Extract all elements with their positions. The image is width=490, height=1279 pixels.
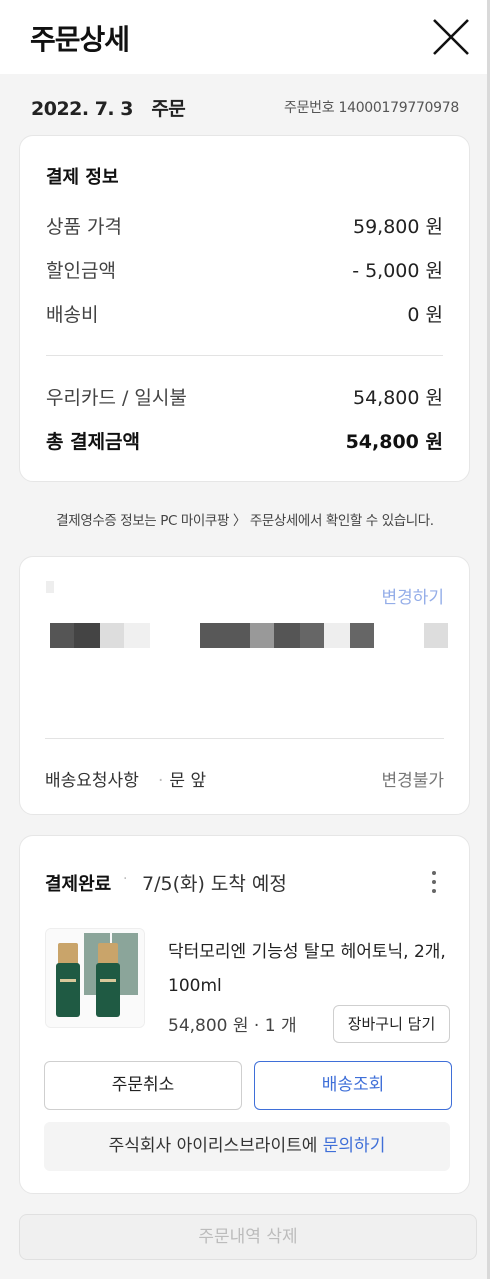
order-number: 주문번호 14000179770978 — [284, 100, 459, 116]
arrival-estimate: 7/5(화) 도착 예정 — [142, 873, 287, 895]
shipment-card: 결제완료 · 7/5(화) 도착 예정 닥터모리엔 기능성 탈모 헤어토닉, 2… — [19, 835, 470, 1194]
payment-info-title: 결제 정보 — [46, 167, 119, 188]
payment-status: 결제완료 — [45, 874, 112, 895]
add-to-cart-button[interactable]: 장바구니 담기 — [333, 1005, 450, 1043]
delivery-address-card: 변경하기 배송요청사항 · 문 앞 변경불가 — [19, 556, 470, 815]
delivery-request-text: 문 앞 — [169, 771, 207, 791]
row-label: 배송비 — [46, 304, 99, 326]
row-value: 54,800 원 — [352, 387, 443, 409]
product-price-row: 상품 가격 59,800 원 — [46, 212, 443, 238]
order-date: 2022. 7. 3 주문 — [31, 98, 186, 120]
product-name[interactable]: 닥터모리엔 기능성 탈모 헤어토닉, 2개, 100ml — [168, 935, 458, 1003]
row-value: 54,800 원 — [345, 431, 443, 453]
divider — [46, 355, 443, 356]
row-label: 할인금액 — [46, 260, 116, 282]
row-value: 59,800 원 — [352, 216, 443, 238]
close-icon[interactable] — [430, 16, 472, 58]
track-delivery-button[interactable]: 배송조회 — [254, 1061, 452, 1110]
redacted-address — [50, 623, 450, 648]
order-summary-line: 2022. 7. 3 주문 주문번호 14000179770978 — [0, 74, 490, 136]
change-address-button[interactable]: 변경하기 — [381, 583, 444, 608]
delivery-request-label: 배송요청사항 — [45, 771, 139, 791]
product-thumbnail[interactable] — [45, 928, 145, 1028]
cancel-order-button[interactable]: 주문취소 — [44, 1061, 242, 1110]
product-price-qty: 54,800 원 · 1 개 — [168, 1016, 297, 1036]
request-change-status: 변경불가 — [381, 771, 444, 791]
total-payment-row: 총 결제금액 54,800 원 — [46, 427, 443, 453]
shipping-fee-row: 배송비 0 원 — [46, 300, 443, 326]
app-header: 주문상세 — [0, 0, 490, 74]
product-image — [46, 929, 144, 1027]
row-label: 우리카드 / 일시불 — [46, 387, 187, 409]
inquiry-link[interactable]: 문의하기 — [323, 1136, 386, 1156]
seller-inquiry-bar: 주식회사 아이리스브라이트에 문의하기 — [44, 1122, 450, 1171]
card-payment-row: 우리카드 / 일시불 54,800 원 — [46, 383, 443, 409]
divider — [45, 738, 444, 739]
discount-row: 할인금액 - 5,000 원 — [46, 256, 443, 282]
page-title: 주문상세 — [30, 23, 130, 56]
payment-info-card: 결제 정보 상품 가격 59,800 원 할인금액 - 5,000 원 배송비 … — [19, 135, 470, 482]
inquiry-text: 주식회사 아이리스브라이트에 — [108, 1136, 323, 1156]
delivery-request-value: · 문 앞 — [158, 771, 207, 791]
receipt-note: 결제영수증 정보는 PC 마이쿠팡 〉 주문상세에서 확인할 수 있습니다. — [56, 513, 434, 529]
row-label: 총 결제금액 — [46, 431, 141, 453]
delete-order-button[interactable]: 주문내역 삭제 — [19, 1214, 477, 1260]
row-value: 0 원 — [407, 304, 443, 326]
separator-dot: · — [123, 871, 128, 887]
more-vertical-icon[interactable] — [426, 868, 442, 896]
row-label: 상품 가격 — [46, 216, 122, 238]
row-value: - 5,000 원 — [352, 260, 443, 282]
redacted-text — [46, 581, 54, 593]
